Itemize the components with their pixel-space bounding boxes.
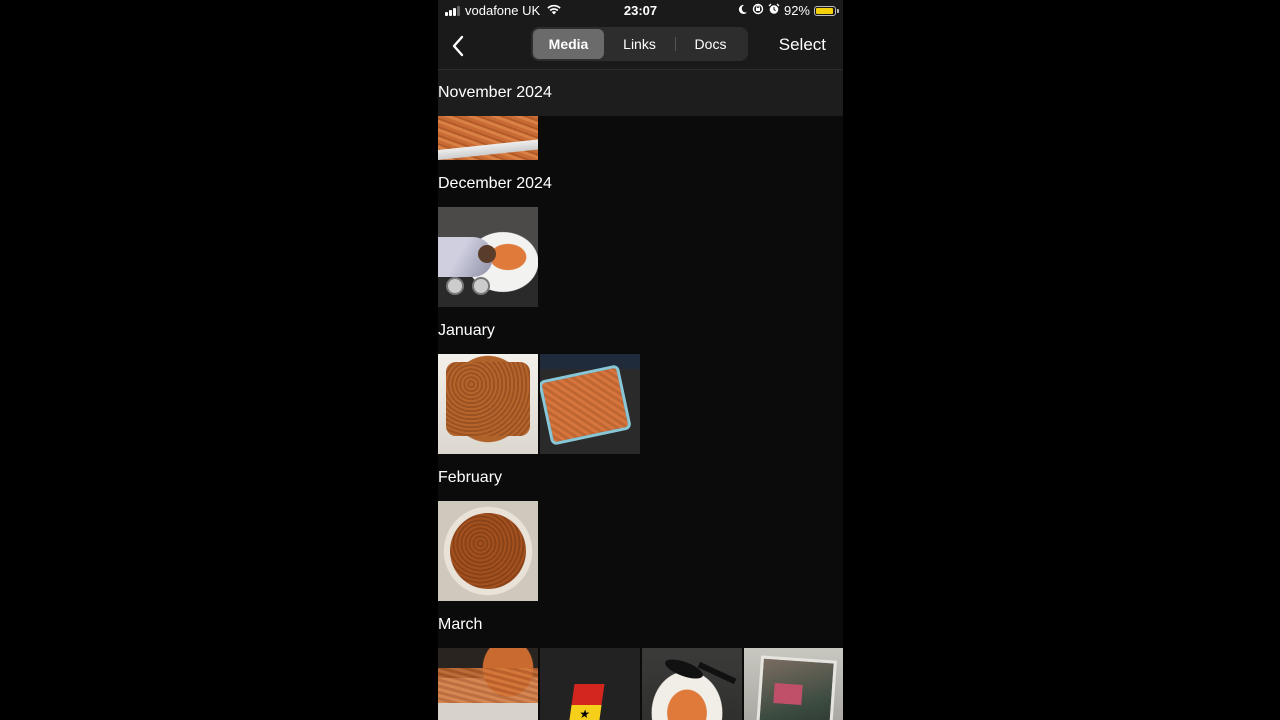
phone-screen: vodafone UK 23:07 92% Media Links Docs S… — [438, 0, 843, 720]
battery-percent: 92% — [783, 3, 810, 18]
back-button[interactable] — [444, 32, 472, 60]
media-thumbnail[interactable] — [540, 354, 640, 454]
section-header: November 2024 — [438, 70, 843, 116]
alarm-icon — [768, 3, 780, 18]
select-button[interactable]: Select — [779, 35, 826, 55]
media-thumbnail[interactable] — [642, 648, 742, 720]
media-thumbnail[interactable] — [438, 501, 538, 601]
media-row — [438, 501, 538, 601]
section-header: February — [438, 469, 503, 486]
media-row — [438, 648, 843, 720]
nav-bar: Media Links Docs Select — [438, 22, 843, 70]
moon-icon — [737, 3, 748, 18]
battery-icon — [814, 5, 839, 16]
media-thumbnail[interactable] — [540, 648, 640, 720]
tab-docs[interactable]: Docs — [675, 29, 746, 59]
media-thumbnail[interactable] — [438, 116, 538, 160]
media-thumbnail[interactable] — [438, 354, 538, 454]
tab-links[interactable]: Links — [604, 29, 675, 59]
section-header: March — [438, 616, 483, 633]
media-thumbnail[interactable] — [438, 648, 538, 720]
media-thumbnail[interactable] — [438, 207, 538, 307]
status-right: 92% — [737, 3, 839, 18]
media-row — [438, 354, 640, 454]
media-type-segmented-control: Media Links Docs — [531, 27, 748, 61]
rotation-lock-icon — [752, 3, 764, 18]
media-row — [438, 207, 538, 307]
section-header: December 2024 — [438, 175, 552, 192]
battery-fill — [816, 7, 833, 14]
tab-media[interactable]: Media — [533, 29, 604, 59]
section-header: January — [438, 322, 495, 339]
media-row — [438, 116, 538, 160]
chevron-left-icon — [452, 35, 464, 57]
status-bar: vodafone UK 23:07 92% — [438, 0, 843, 22]
media-thumbnail[interactable] — [744, 648, 843, 720]
